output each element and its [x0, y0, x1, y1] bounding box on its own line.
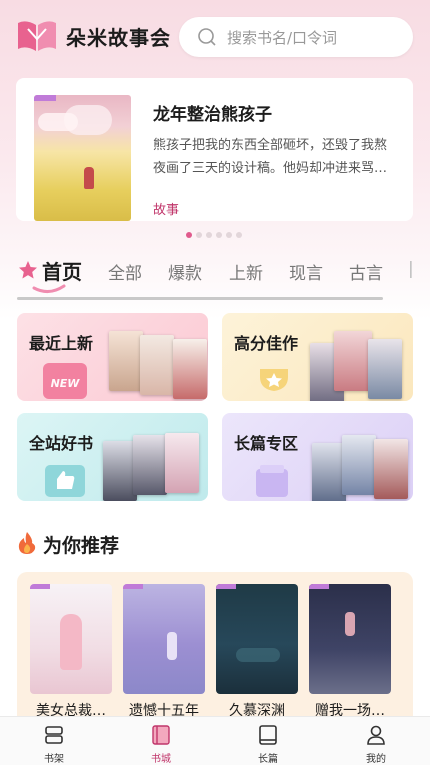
category-card-site-best[interactable]: 全站好书	[17, 413, 208, 501]
bookstore-icon	[152, 725, 170, 745]
app-title: 朵米故事会	[66, 26, 171, 50]
cover-figure	[167, 632, 177, 660]
book-cover	[368, 339, 402, 399]
carousel-dot[interactable]	[226, 232, 232, 238]
cover-tag	[30, 584, 50, 589]
cover-cloud	[38, 113, 78, 131]
book-cover[interactable]	[123, 584, 205, 694]
nav-bookstore[interactable]: 书城	[131, 717, 191, 765]
book-cover	[334, 331, 372, 391]
book-cover	[103, 441, 137, 501]
nav-label: 我的	[366, 754, 386, 765]
cover-tag	[34, 95, 56, 101]
nav-label: 书架	[44, 754, 64, 765]
app-logo-icon	[18, 21, 56, 51]
bookshelf-icon	[45, 726, 63, 744]
category-card-long-novels[interactable]: 长篇专区	[222, 413, 413, 501]
cover-tag	[216, 584, 236, 589]
carousel-dots	[186, 232, 242, 238]
carousel-dot[interactable]	[196, 232, 202, 238]
nav-label: 书城	[151, 754, 171, 765]
tab-modern-romance[interactable]: 现言	[289, 259, 323, 284]
banner-card[interactable]: 龙年整治熊孩子 熊孩子把我的东西全部砸坏，还毁了我熬夜画了三天的设计稿。他妈却冲…	[16, 78, 413, 221]
active-tab-swoosh	[32, 284, 66, 293]
search-input[interactable]: 搜索书名/口令词	[179, 17, 413, 57]
banner-title[interactable]: 龙年整治熊孩子	[153, 100, 272, 125]
header: 朵米故事会 搜索书名/口令词	[0, 0, 430, 75]
book-icon	[259, 725, 277, 745]
category-card-top-rated[interactable]: 高分佳作	[222, 313, 413, 401]
book-cover	[165, 433, 199, 493]
category-label: 高分佳作	[234, 334, 299, 353]
cover-light	[236, 648, 280, 662]
tab-home-label: 首页	[42, 260, 82, 284]
book-cover	[109, 331, 143, 391]
carousel-dot[interactable]	[216, 232, 222, 238]
category-card-recent[interactable]: 最近上新 NEW	[17, 313, 208, 401]
profile-icon	[367, 725, 385, 745]
recommend-title: 为你推荐	[43, 535, 120, 557]
star-icon	[19, 261, 37, 279]
search-placeholder: 搜索书名/口令词	[227, 29, 338, 47]
tab-scroll-track	[17, 297, 383, 300]
banner-description: 熊孩子把我的东西全部砸坏，还毁了我熬夜画了三天的设计稿。他妈却冲进来骂…	[153, 138, 388, 176]
new-badge-text: NEW	[50, 377, 80, 390]
fire-icon	[18, 532, 36, 554]
nav-bookshelf[interactable]: 书架	[24, 717, 84, 765]
nav-long-novels[interactable]: 长篇	[238, 717, 298, 765]
category-label: 长篇专区	[234, 434, 299, 453]
carousel-dot[interactable]	[186, 232, 192, 238]
cover-tag	[309, 584, 329, 589]
banner-cover-image[interactable]	[34, 95, 131, 221]
trophy-icon	[260, 369, 288, 391]
nav-profile[interactable]: 我的	[346, 717, 406, 765]
tab-more-clipped[interactable]: |	[408, 259, 414, 279]
thumbs-up-icon	[45, 465, 85, 497]
tab-historical-romance[interactable]: 古言	[349, 259, 383, 284]
book-stack-icon	[256, 465, 288, 497]
nav-label: 长篇	[258, 754, 278, 765]
cover-figure	[84, 167, 94, 189]
book-cover	[374, 439, 408, 499]
book-cover[interactable]	[216, 584, 298, 694]
book-cover	[133, 435, 167, 495]
cover-tag	[123, 584, 143, 589]
cover-figure	[345, 612, 355, 636]
cover-figure	[60, 614, 82, 670]
book-cover[interactable]	[30, 584, 112, 694]
carousel-dot[interactable]	[236, 232, 242, 238]
category-label: 最近上新	[29, 334, 94, 353]
tab-hot[interactable]: 爆款	[168, 259, 202, 284]
category-label: 全站好书	[29, 434, 94, 453]
book-cover[interactable]	[309, 584, 391, 694]
book-cover	[140, 335, 174, 395]
search-icon	[198, 28, 216, 46]
tab-new[interactable]: 上新	[229, 259, 263, 284]
new-badge-icon: NEW	[43, 363, 87, 399]
category-tabs: 首页 全部 爆款 上新 现言 古言 |	[0, 250, 430, 300]
tab-all[interactable]: 全部	[108, 259, 142, 284]
bottom-navigation: 书架 书城 长篇 我的	[0, 716, 430, 765]
banner-genre-tag[interactable]: 故事	[153, 199, 179, 218]
book-cover	[312, 443, 346, 501]
book-cover	[173, 339, 207, 399]
book-cover	[342, 435, 376, 495]
carousel-dot[interactable]	[206, 232, 212, 238]
